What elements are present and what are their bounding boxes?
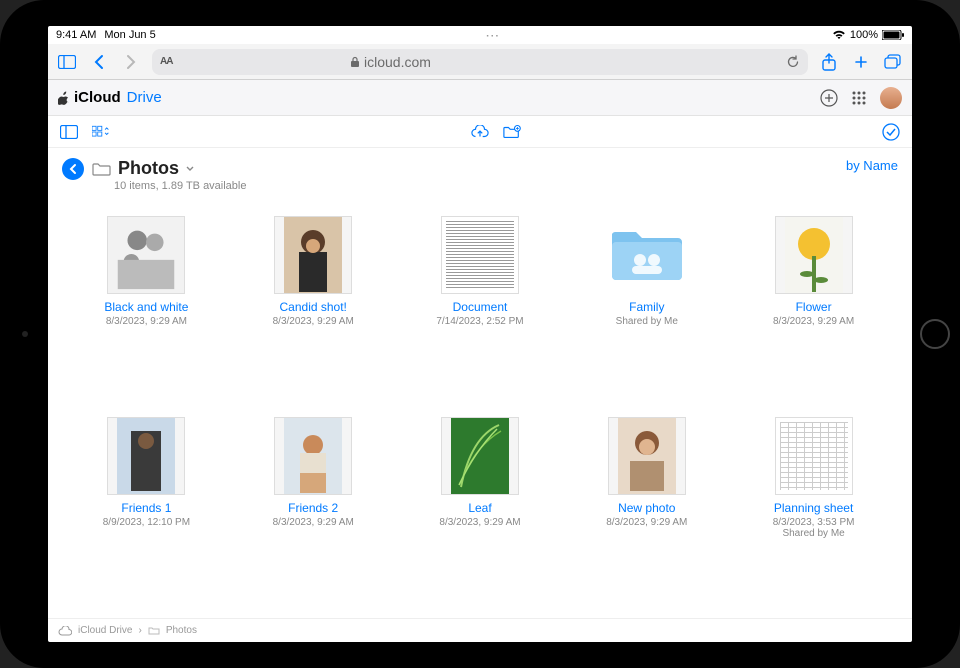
file-meta: 8/3/2023, 9:29 AM xyxy=(773,316,854,327)
screen: 9:41 AM Mon Jun 5 ⋯ 100% AA icloud.com xyxy=(48,26,912,642)
thumb-folder xyxy=(608,216,686,294)
thumb-photo xyxy=(608,417,686,495)
apple-logo-icon xyxy=(58,91,70,105)
address-bar[interactable]: AA icloud.com xyxy=(152,49,808,75)
safari-toolbar: AA icloud.com xyxy=(48,44,912,80)
file-meta: 8/3/2023, 9:29 AM xyxy=(273,517,354,528)
file-meta: 8/9/2023, 12:10 PM xyxy=(103,517,190,528)
file-meta: 7/14/2023, 2:52 PM xyxy=(436,316,523,327)
file-meta: 8/3/2023, 3:53 PM xyxy=(773,517,855,528)
home-button[interactable] xyxy=(920,319,950,349)
app-toolbar xyxy=(48,116,912,148)
wifi-icon xyxy=(832,30,846,40)
select-check-icon[interactable] xyxy=(882,123,900,141)
battery-pct: 100% xyxy=(850,29,878,41)
file-item[interactable]: Leaf 8/3/2023, 9:29 AM xyxy=(402,417,559,609)
sidebar-panel-icon[interactable] xyxy=(60,123,78,141)
content: Photos 10 items, 1.89 TB available by Na… xyxy=(48,148,912,642)
breadcrumb-sep: › xyxy=(138,625,141,636)
thumb-photo xyxy=(775,216,853,294)
thumb-photo xyxy=(274,216,352,294)
thumb-photo xyxy=(441,417,519,495)
file-name: Planning sheet xyxy=(774,501,853,515)
status-grabber: ⋯ xyxy=(156,27,832,44)
add-circle-icon[interactable] xyxy=(820,89,838,107)
file-grid: Black and white 8/3/2023, 9:29 AM Candid… xyxy=(48,192,912,618)
icloud-text: iCloud xyxy=(74,89,121,106)
tabs-icon[interactable] xyxy=(882,51,904,73)
new-tab-icon[interactable] xyxy=(850,51,872,73)
camera-dot xyxy=(22,331,28,337)
view-options-icon[interactable] xyxy=(92,123,110,141)
breadcrumb-folder-icon xyxy=(148,626,160,635)
thumb-spreadsheet xyxy=(775,417,853,495)
sidebar-toggle-icon[interactable] xyxy=(56,51,78,73)
share-icon[interactable] xyxy=(818,51,840,73)
back-button[interactable] xyxy=(62,158,84,180)
status-time: 9:41 AM xyxy=(56,29,96,41)
file-item[interactable]: Family Shared by Me xyxy=(568,216,725,397)
upload-cloud-icon[interactable] xyxy=(471,123,489,141)
file-meta: 8/3/2023, 9:29 AM xyxy=(106,316,187,327)
thumb-photo xyxy=(274,417,352,495)
file-item[interactable]: Planning sheet 8/3/2023, 3:53 PM Shared … xyxy=(735,417,892,609)
chevron-down-icon[interactable] xyxy=(185,165,195,173)
sort-button[interactable]: by Name xyxy=(846,158,898,173)
file-name: Friends 2 xyxy=(288,501,338,515)
thumb-photo xyxy=(107,417,185,495)
file-meta: 8/3/2023, 9:29 AM xyxy=(439,517,520,528)
breadcrumb-current[interactable]: Photos xyxy=(166,625,197,636)
file-name: Family xyxy=(629,300,664,314)
file-item[interactable]: Friends 2 8/3/2023, 9:29 AM xyxy=(235,417,392,609)
forward-icon xyxy=(120,51,142,73)
breadcrumb-root[interactable]: iCloud Drive xyxy=(78,625,132,636)
ipad-frame: 9:41 AM Mon Jun 5 ⋯ 100% AA icloud.com xyxy=(0,0,960,668)
file-item[interactable]: Document 7/14/2023, 2:52 PM xyxy=(402,216,559,397)
back-icon[interactable] xyxy=(88,51,110,73)
file-item[interactable]: New photo 8/3/2023, 9:29 AM xyxy=(568,417,725,609)
file-item[interactable]: Black and white 8/3/2023, 9:29 AM xyxy=(68,216,225,397)
folder-subtitle: 10 items, 1.89 TB available xyxy=(114,180,246,192)
file-name: Document xyxy=(453,300,508,314)
drive-text: Drive xyxy=(127,89,162,106)
user-avatar[interactable] xyxy=(880,87,902,109)
battery-icon xyxy=(882,30,904,40)
file-meta: 8/3/2023, 9:29 AM xyxy=(273,316,354,327)
new-folder-icon[interactable] xyxy=(503,123,521,141)
apps-grid-icon[interactable] xyxy=(850,89,868,107)
status-bar: 9:41 AM Mon Jun 5 ⋯ 100% xyxy=(48,26,912,44)
folder-header: Photos 10 items, 1.89 TB available by Na… xyxy=(48,148,912,192)
icloud-logo[interactable]: iCloud Drive xyxy=(58,89,162,106)
icloud-header: iCloud Drive xyxy=(48,80,912,116)
status-right: 100% xyxy=(832,29,904,41)
file-name: New photo xyxy=(618,501,675,515)
file-meta: Shared by Me xyxy=(616,316,678,327)
file-item[interactable]: Friends 1 8/9/2023, 12:10 PM xyxy=(68,417,225,609)
file-name: Friends 1 xyxy=(121,501,171,515)
lock-icon xyxy=(350,56,360,68)
status-left: 9:41 AM Mon Jun 5 xyxy=(56,29,156,41)
file-name: Candid shot! xyxy=(280,300,347,314)
folder-icon xyxy=(92,161,112,177)
status-date: Mon Jun 5 xyxy=(104,29,155,41)
reader-icon[interactable]: AA xyxy=(160,56,172,67)
file-item[interactable]: Flower 8/3/2023, 9:29 AM xyxy=(735,216,892,397)
file-item[interactable]: Candid shot! 8/3/2023, 9:29 AM xyxy=(235,216,392,397)
thumb-document xyxy=(441,216,519,294)
address-text: icloud.com xyxy=(364,54,431,70)
cloud-icon xyxy=(58,626,72,636)
folder-title: Photos xyxy=(118,158,179,179)
file-name: Flower xyxy=(796,300,832,314)
file-meta-2: Shared by Me xyxy=(782,528,844,539)
file-name: Leaf xyxy=(468,501,491,515)
breadcrumb-bar: iCloud Drive › Photos xyxy=(48,618,912,642)
reload-icon[interactable] xyxy=(786,55,800,69)
thumb-photo xyxy=(107,216,185,294)
file-meta: 8/3/2023, 9:29 AM xyxy=(606,517,687,528)
file-name: Black and white xyxy=(104,300,188,314)
